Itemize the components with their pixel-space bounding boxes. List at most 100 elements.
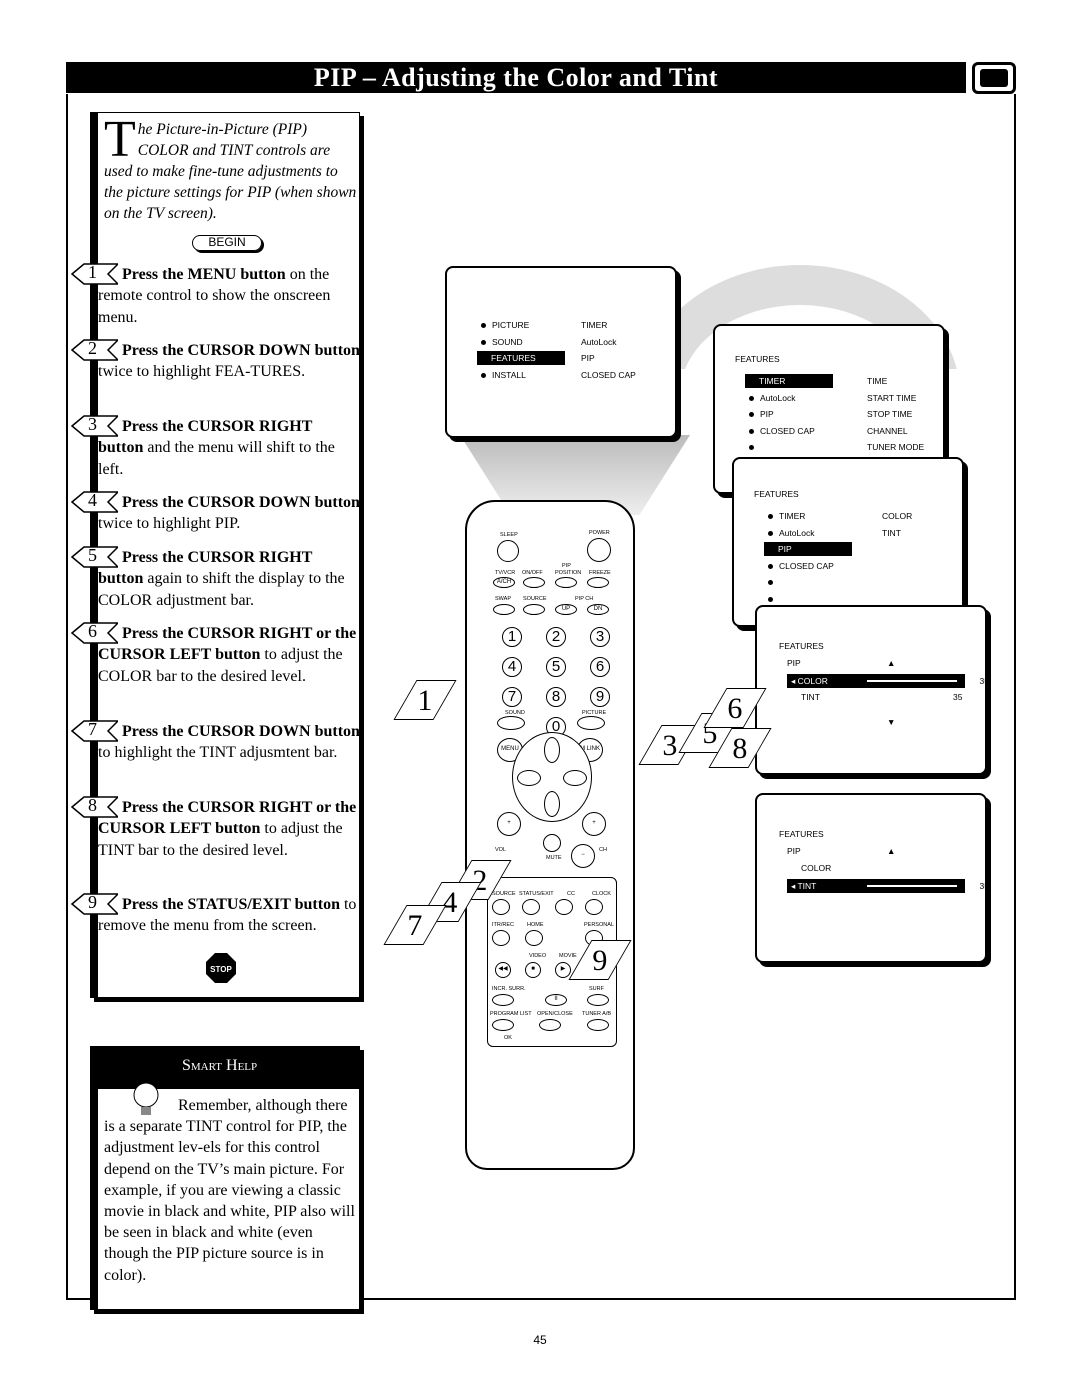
digit-1-button[interactable]: 1 [502, 627, 522, 647]
bullet-icon [768, 514, 773, 520]
cursor-left-button[interactable] [517, 770, 541, 786]
svg-text:STOP: STOP [210, 965, 232, 974]
step-number-badge: 8 [70, 795, 120, 818]
bullet-icon [768, 563, 773, 569]
mute-button[interactable] [543, 834, 561, 852]
play-button[interactable]: ▶ [555, 962, 571, 978]
pip-on-off-button[interactable] [523, 577, 545, 588]
bullet-icon [749, 395, 754, 401]
program-list-button[interactable] [492, 1019, 514, 1031]
step-number: 7 [88, 719, 97, 739]
channel-up-button[interactable]: + [582, 812, 606, 836]
button-label: ON/OFF [522, 570, 543, 576]
step-action: Press the CURSOR DOWN button [122, 342, 360, 359]
stop-button[interactable]: ■ [525, 962, 541, 978]
button-label: ITR/REC [492, 922, 514, 928]
swap-button[interactable] [493, 604, 515, 615]
pip-group-label: PIP [562, 563, 571, 569]
sound-button[interactable] [497, 716, 525, 730]
surf-button[interactable] [587, 994, 609, 1006]
step-detail: twice to highlight FEA-TURES. [98, 363, 306, 381]
cc-button[interactable] [555, 899, 573, 915]
status-exit-button[interactable] [522, 899, 540, 915]
digit-3-button[interactable]: 3 [590, 627, 610, 647]
digit-4-button[interactable]: 4 [502, 657, 522, 677]
itr-rec-button[interactable] [492, 930, 510, 946]
step-3: 3 Press the CURSOR RIGHT button and the m… [70, 414, 360, 480]
step-9: 9 Press the STATUS/EXIT button to remove … [70, 892, 360, 937]
step-detail: to highlight the TINT adjusmtent bar. [98, 744, 338, 762]
open-close-button[interactable] [539, 1019, 561, 1031]
step-2: 2 Press the CURSOR DOWN button twice to h… [70, 338, 360, 383]
button-label: TUNER A/B [582, 1011, 612, 1017]
adjust-value: 35 [979, 881, 989, 891]
digit-5-button[interactable]: 5 [546, 657, 566, 677]
tv-icon [972, 62, 1016, 94]
cursor-up-button[interactable] [544, 737, 560, 763]
button-label: PERSONAL [584, 922, 614, 928]
step-7: 7 Press the CURSOR DOWN button to highlig… [70, 719, 360, 764]
cursor-right-button[interactable] [563, 770, 587, 786]
button-label: TV/VCR [495, 570, 516, 576]
button-label: SWAP [495, 596, 511, 602]
power-button[interactable] [587, 538, 611, 562]
bullet-icon [768, 580, 773, 586]
home-button[interactable] [525, 930, 543, 946]
sleep-button[interactable] [497, 540, 519, 562]
drop-cap: T [104, 111, 136, 168]
menu-item-label: PIP [778, 544, 792, 554]
step-detail: twice to highlight PIP. [98, 515, 241, 533]
button-label: PIP CH [575, 596, 594, 602]
clock-button[interactable] [585, 899, 603, 915]
adjust-label: COLOR [801, 863, 832, 873]
tuner-ab-button[interactable] [587, 1019, 609, 1031]
adjust-value: 35 [953, 692, 963, 702]
step-6: 6 Press the CURSOR RIGHT or the CURSOR LE… [70, 621, 360, 687]
selected-adjust-bar[interactable]: ◂ COLOR 35 [787, 674, 989, 688]
menu-item: CLOSED CAP [768, 561, 834, 571]
submenu-item: TIMER [581, 320, 608, 330]
pause-button[interactable]: II [545, 994, 567, 1006]
pip-ch-up-button[interactable]: UP [555, 604, 577, 615]
menu-item: PICTURE [481, 320, 529, 330]
pip-freeze-button[interactable] [587, 577, 609, 588]
incr-surr-button[interactable] [492, 994, 514, 1006]
submenu-item: START TIME [867, 392, 917, 403]
bullet-icon [481, 323, 486, 329]
step-number-badge: 1 [70, 262, 120, 285]
page-title: PIP – Adjusting the Color and Tint [66, 62, 966, 93]
pip-position-button[interactable] [555, 577, 577, 588]
step-action: Press the CURSOR DOWN button [122, 723, 360, 740]
rewind-button[interactable]: ◀◀ [495, 962, 511, 978]
slider-track [867, 885, 957, 887]
menu-item: PIP [749, 409, 774, 419]
digit-9-button[interactable]: 9 [590, 687, 610, 707]
digit-2-button[interactable]: 2 [546, 627, 566, 647]
digit-7-button[interactable]: 7 [502, 687, 522, 707]
digit-8-button[interactable]: 8 [546, 687, 566, 707]
step-4: 4 Press the CURSOR DOWN button twice to h… [70, 490, 360, 535]
pip-ch-down-button[interactable]: DN [587, 604, 609, 615]
screen-title: FEATURES [754, 489, 799, 499]
button-label: PROGRAM LIST [490, 1011, 532, 1017]
screen-subtitle: PIP [787, 658, 801, 668]
pip-source-button[interactable] [523, 604, 545, 615]
volume-up-button[interactable]: + [497, 812, 521, 836]
button-label: OPEN/CLOSE [537, 1011, 573, 1017]
digit-6-button[interactable]: 6 [590, 657, 610, 677]
button-label: FREEZE [589, 570, 611, 576]
picture-button[interactable] [577, 716, 605, 730]
selected-adjust-bar[interactable]: ◂ TINT 35 [787, 879, 989, 893]
channel-down-button[interactable]: − [571, 844, 595, 868]
button-label: SOURCE [523, 596, 547, 602]
down-arrow-icon: ▼ [887, 717, 896, 727]
step-number-badge: 5 [70, 545, 120, 568]
cursor-down-button[interactable] [544, 791, 560, 817]
submenu-item: TIME [867, 376, 888, 386]
selected-menu-item: PIP [764, 542, 852, 556]
step-number: 6 [88, 621, 97, 641]
source-button[interactable] [492, 899, 510, 915]
tv-vcr-button[interactable]: A/CH [493, 577, 515, 588]
menu-item-label: FEATURES [491, 353, 536, 363]
selected-menu-item: FEATURES [477, 351, 565, 365]
